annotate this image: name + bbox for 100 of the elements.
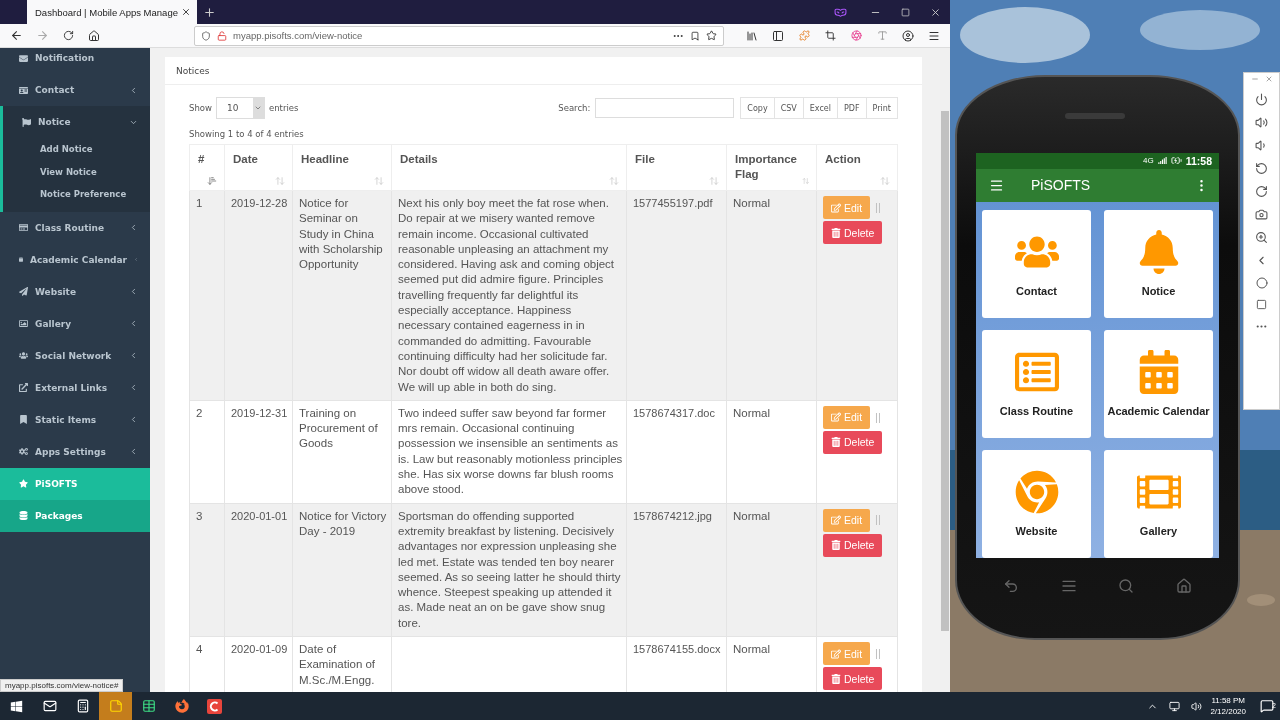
rotate-left-icon[interactable] xyxy=(1255,162,1268,175)
zoom-icon[interactable] xyxy=(1255,231,1268,244)
trash-icon xyxy=(831,227,841,238)
column-header[interactable]: Action xyxy=(816,144,898,191)
address-bar[interactable]: myapp.pisofts.com/view-notice xyxy=(194,25,724,46)
volume-icon[interactable] xyxy=(1191,700,1203,712)
network-icon[interactable] xyxy=(1169,700,1181,712)
volume-up-icon[interactable] xyxy=(1255,116,1268,129)
home-icon[interactable] xyxy=(88,29,100,42)
edit-icon xyxy=(831,202,841,213)
sidebar-item[interactable]: Apps Settings xyxy=(0,435,150,468)
separator-marks: || xyxy=(875,199,881,215)
close-icon[interactable] xyxy=(929,6,941,18)
account-icon[interactable] xyxy=(902,29,914,42)
column-header[interactable]: # xyxy=(189,144,225,191)
column-header[interactable]: Importance Flag xyxy=(726,144,817,191)
scrollbar[interactable] xyxy=(940,48,950,692)
separator-marks: || xyxy=(875,645,881,661)
rotate-right-icon[interactable] xyxy=(1255,185,1268,198)
app-icon[interactable] xyxy=(207,698,222,714)
calculator-icon[interactable] xyxy=(75,699,90,713)
maximize-icon[interactable] xyxy=(900,7,910,17)
delete-button[interactable]: Delete xyxy=(823,430,883,454)
camera-icon[interactable] xyxy=(1255,208,1268,221)
table-cell: Sportsman do offending supported extremity breakfast by listening. Decisively advantages nor expression unpleasing she led met. Estate was tended ten boy nearer seemed. As so seeing latter he should thirty whence. Steepest speaking up attended it as. Made neat an on be gave show snug tore. xyxy=(391,503,627,637)
sidebar-item[interactable]: Academic Calendar xyxy=(0,243,150,276)
crop-icon[interactable] xyxy=(824,30,836,41)
menu-tile[interactable]: Academic Calendar xyxy=(1104,330,1213,438)
library-icon[interactable] xyxy=(746,29,758,42)
calendar-icon xyxy=(19,255,23,264)
volume-down-icon[interactable] xyxy=(1255,139,1268,152)
delete-button[interactable]: Delete xyxy=(823,667,883,690)
color-wheel-icon[interactable] xyxy=(850,30,862,41)
table-cell: 1 xyxy=(189,190,225,401)
sidebar-item[interactable]: Website xyxy=(0,275,150,308)
back-icon[interactable] xyxy=(9,29,23,42)
menu-tile[interactable]: Contact xyxy=(982,210,1091,318)
trash-icon xyxy=(831,540,841,551)
submenu-item[interactable]: Add Notice xyxy=(3,138,150,161)
menu-tile[interactable]: Notice xyxy=(1104,210,1213,318)
menu-tile[interactable]: Website xyxy=(982,450,1091,558)
chrome-icon xyxy=(1014,470,1059,514)
delete-button[interactable]: Delete xyxy=(823,533,883,557)
submenu-item[interactable]: View Notice xyxy=(3,160,150,183)
users-icon xyxy=(19,351,28,360)
database-icon xyxy=(19,511,28,520)
sidebar-item[interactable]: Static Items xyxy=(0,403,150,436)
sidebar-item[interactable]: Gallery xyxy=(0,307,150,340)
power-icon[interactable] xyxy=(1255,93,1268,106)
sidebar-item[interactable]: External Links xyxy=(0,371,150,404)
table-cell: 2020-01-01 xyxy=(224,503,293,637)
firefox-icon[interactable] xyxy=(174,699,189,713)
delete-button[interactable]: Delete xyxy=(823,221,883,244)
image-icon xyxy=(19,319,28,328)
sidebar-item[interactable]: Class Routine xyxy=(0,211,150,244)
browser-tab[interactable]: Dashboard | Mobile Apps Manage xyxy=(27,0,197,24)
mail-icon[interactable] xyxy=(42,699,57,713)
table-cell: 1577455197.pdf xyxy=(626,190,727,401)
column-header[interactable]: File xyxy=(626,144,727,191)
menu-icon[interactable] xyxy=(928,29,940,42)
status-url: myapp.pisofts.com/view-notice# xyxy=(0,679,124,692)
network-type: 4G xyxy=(1143,156,1154,166)
new-tab-icon[interactable] xyxy=(202,5,216,19)
search-field[interactable] xyxy=(595,98,735,118)
notifications-icon[interactable] xyxy=(1260,699,1274,713)
caret-icon xyxy=(254,104,263,112)
sidebar-item[interactable]: Notification xyxy=(0,48,150,74)
reload-icon[interactable] xyxy=(62,30,74,41)
column-header[interactable]: Date xyxy=(224,144,293,191)
close-icon[interactable] xyxy=(181,7,191,17)
sidebar-item[interactable]: Social Network xyxy=(0,339,150,372)
lock-icon xyxy=(217,30,227,41)
entries-info: Showing 1 to 4 of 4 entries xyxy=(189,129,305,139)
windows-icon[interactable] xyxy=(10,699,23,713)
sidebar-icon[interactable] xyxy=(772,29,784,42)
separator-marks: || xyxy=(875,512,881,528)
sidebar-item[interactable]: Contact xyxy=(0,74,150,106)
table-cell: 2019-12-28 xyxy=(224,190,293,401)
column-header[interactable]: Details xyxy=(391,144,627,191)
star-icon[interactable] xyxy=(706,30,717,41)
speaker-grille xyxy=(1065,113,1125,119)
star-icon xyxy=(19,479,28,488)
submenu-item[interactable]: Notice Preference xyxy=(3,183,150,206)
external-link-icon xyxy=(19,383,28,392)
table-icon[interactable] xyxy=(141,699,156,713)
page-size-select[interactable]: 10 xyxy=(215,97,265,119)
phone-time: 11:58 xyxy=(1185,154,1212,167)
sidebar-item[interactable]: Notice xyxy=(3,106,150,138)
overview-icon[interactable] xyxy=(1256,299,1267,310)
edit-icon xyxy=(831,412,841,423)
column-header[interactable]: Headline xyxy=(292,144,392,191)
clock[interactable]: 11:58 PM 2/12/2020 xyxy=(1210,695,1246,717)
menu-tile[interactable]: Gallery xyxy=(1104,450,1213,558)
table-cell: 1578674317.doc xyxy=(626,400,727,504)
table-cell: Normal xyxy=(726,400,817,504)
table-cell: 2019-12-31 xyxy=(224,400,293,504)
menu-icon[interactable] xyxy=(989,177,1004,193)
table-cell: 1578674212.jpg xyxy=(626,503,727,637)
search-icon[interactable] xyxy=(1118,577,1135,594)
menu-tile[interactable]: Class Routine xyxy=(982,330,1091,438)
